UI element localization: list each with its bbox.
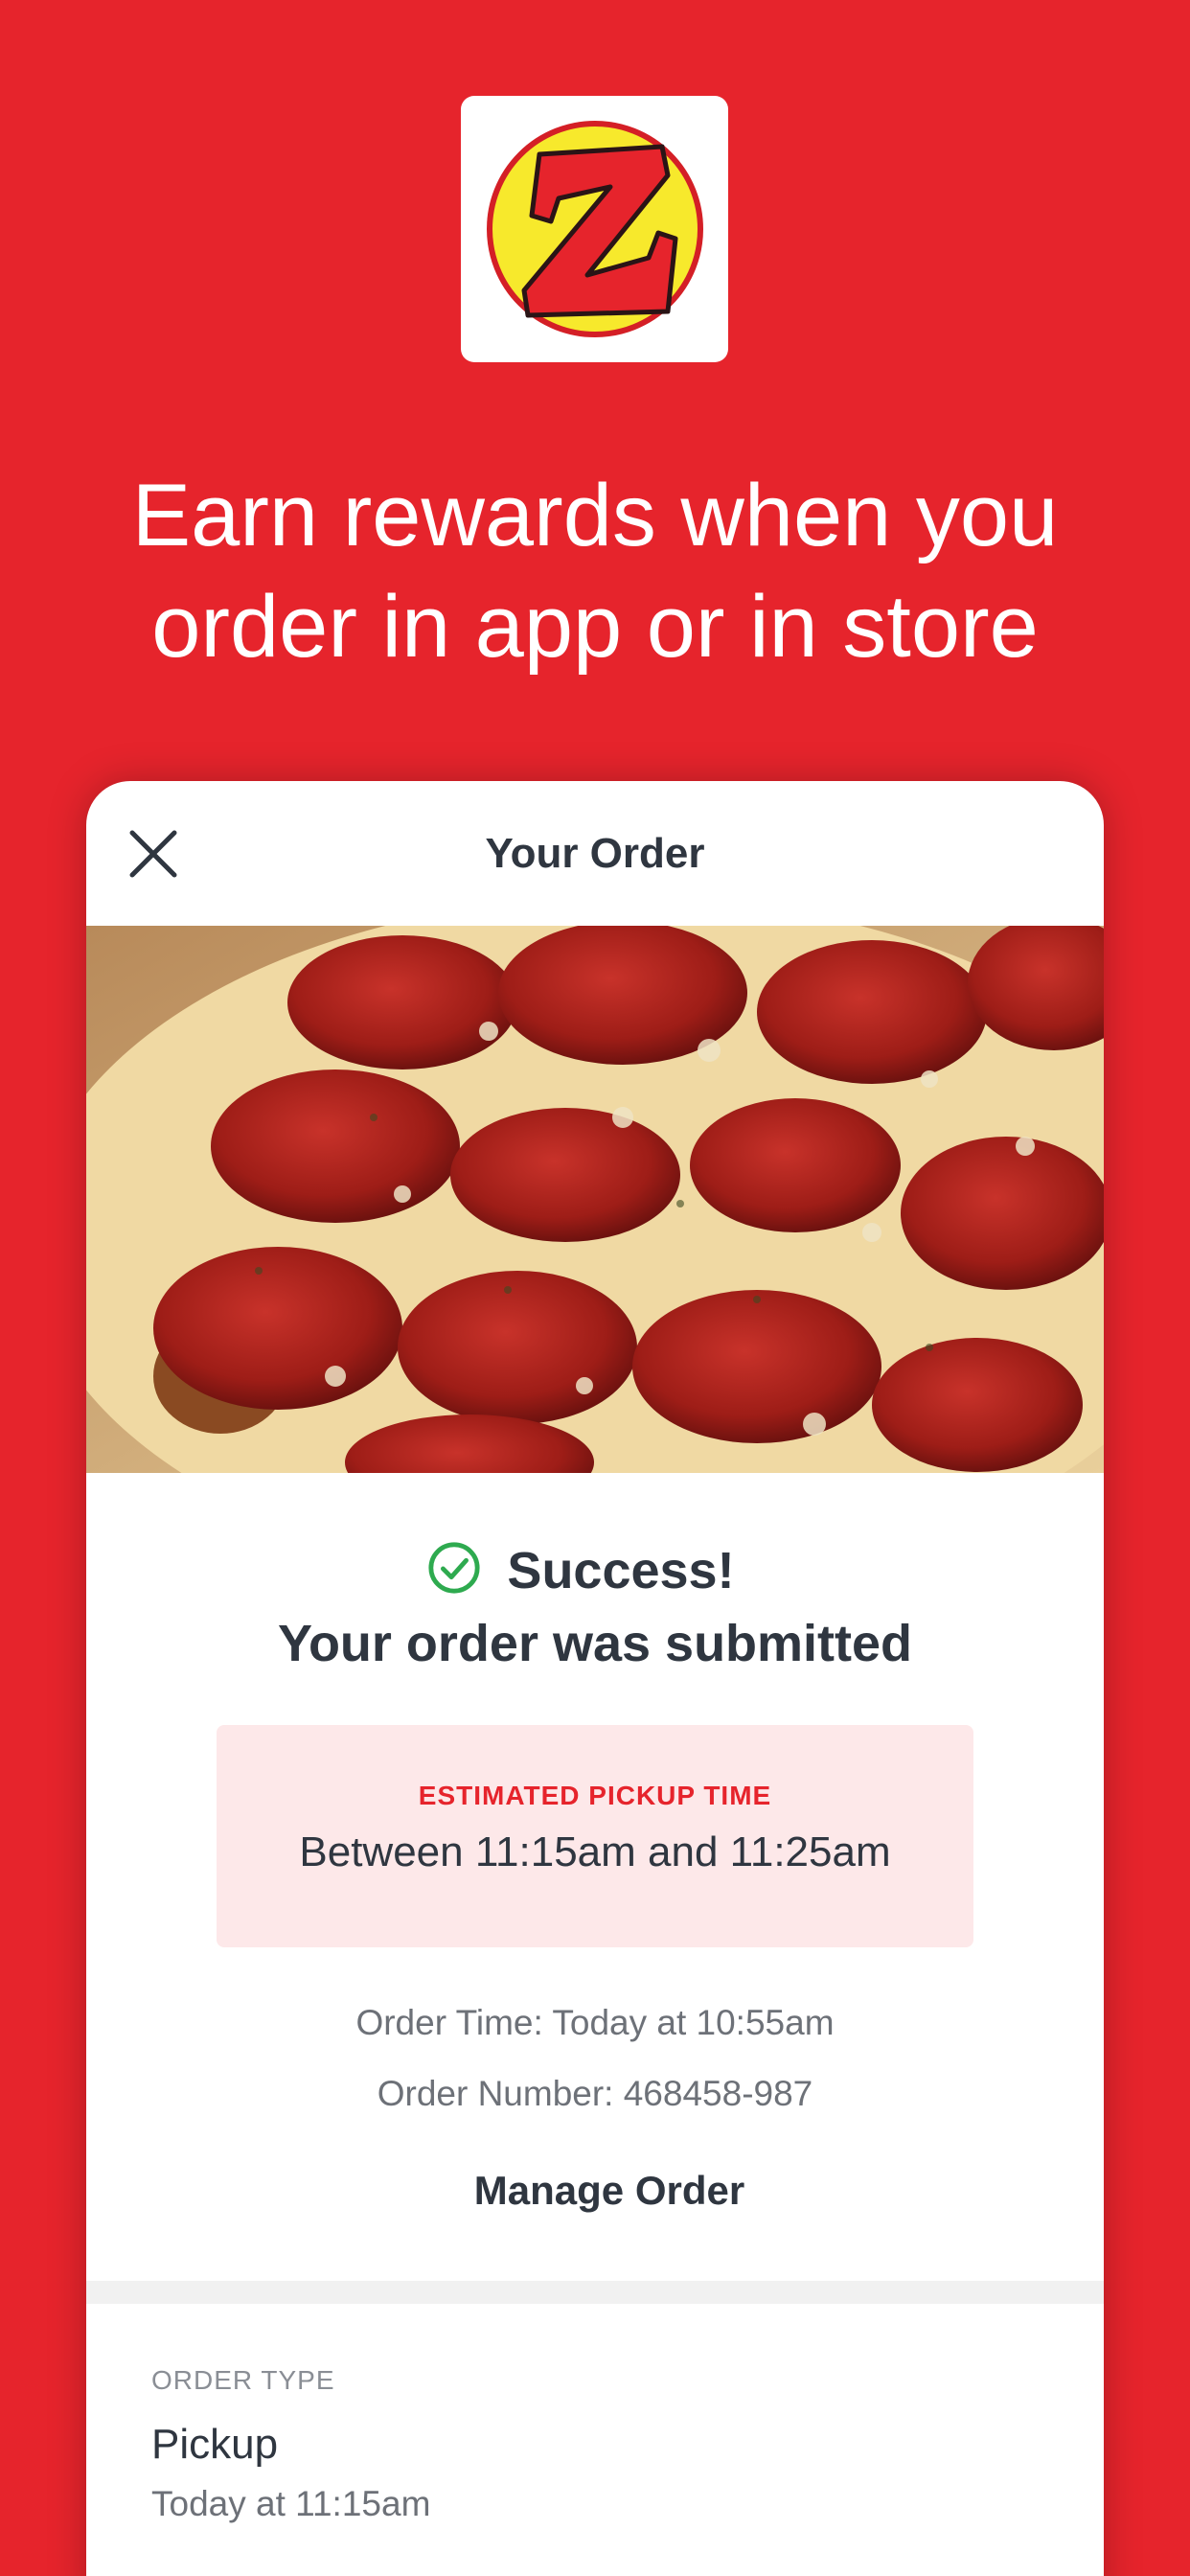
success-line: Success!	[86, 1540, 1075, 1600]
check-circle-icon	[426, 1540, 482, 1600]
order-number: Order Number: 468458-987	[377, 2074, 813, 2113]
confirmation-block: Success! Your order was submitted	[86, 1540, 1104, 1677]
section-divider	[86, 2281, 1104, 2304]
order-type-section: ORDER TYPE Pickup Today at 11:15am	[86, 2304, 1104, 2524]
pizza-image	[86, 926, 1104, 1473]
success-heading: Success!	[507, 1541, 735, 1599]
pickup-label: ESTIMATED PICKUP TIME	[418, 1781, 772, 1810]
order-details: Order Time: Today at 10:55am Order Numbe…	[86, 1988, 1104, 2129]
pickup-estimate-box: ESTIMATED PICKUP TIME Between 11:15am an…	[217, 1725, 973, 1947]
promo-headline: Earn rewards when you order in app or in…	[0, 460, 1190, 682]
brand-logo	[461, 96, 728, 362]
pickup-time: Between 11:15am and 11:25am	[299, 1828, 891, 1875]
headline-line-1: Earn rewards when you	[131, 467, 1059, 564]
order-type-label: ORDER TYPE	[151, 2365, 335, 2395]
order-type-time: Today at 11:15am	[151, 2484, 431, 2523]
submitted-message: Your order was submitted	[277, 1615, 913, 1672]
order-type-value: Pickup	[151, 2421, 279, 2468]
order-time: Order Time: Today at 10:55am	[355, 2003, 835, 2042]
z-logo-icon	[486, 121, 703, 337]
close-icon[interactable]	[126, 827, 180, 881]
headline-line-2: order in app or in store	[151, 578, 1039, 676]
manage-order-button[interactable]: Manage Order	[115, 2168, 1104, 2214]
card-header: Your Order	[86, 781, 1104, 926]
page-title: Your Order	[485, 829, 705, 877]
order-card: Your Order Success! Your order was submi…	[86, 781, 1104, 2576]
